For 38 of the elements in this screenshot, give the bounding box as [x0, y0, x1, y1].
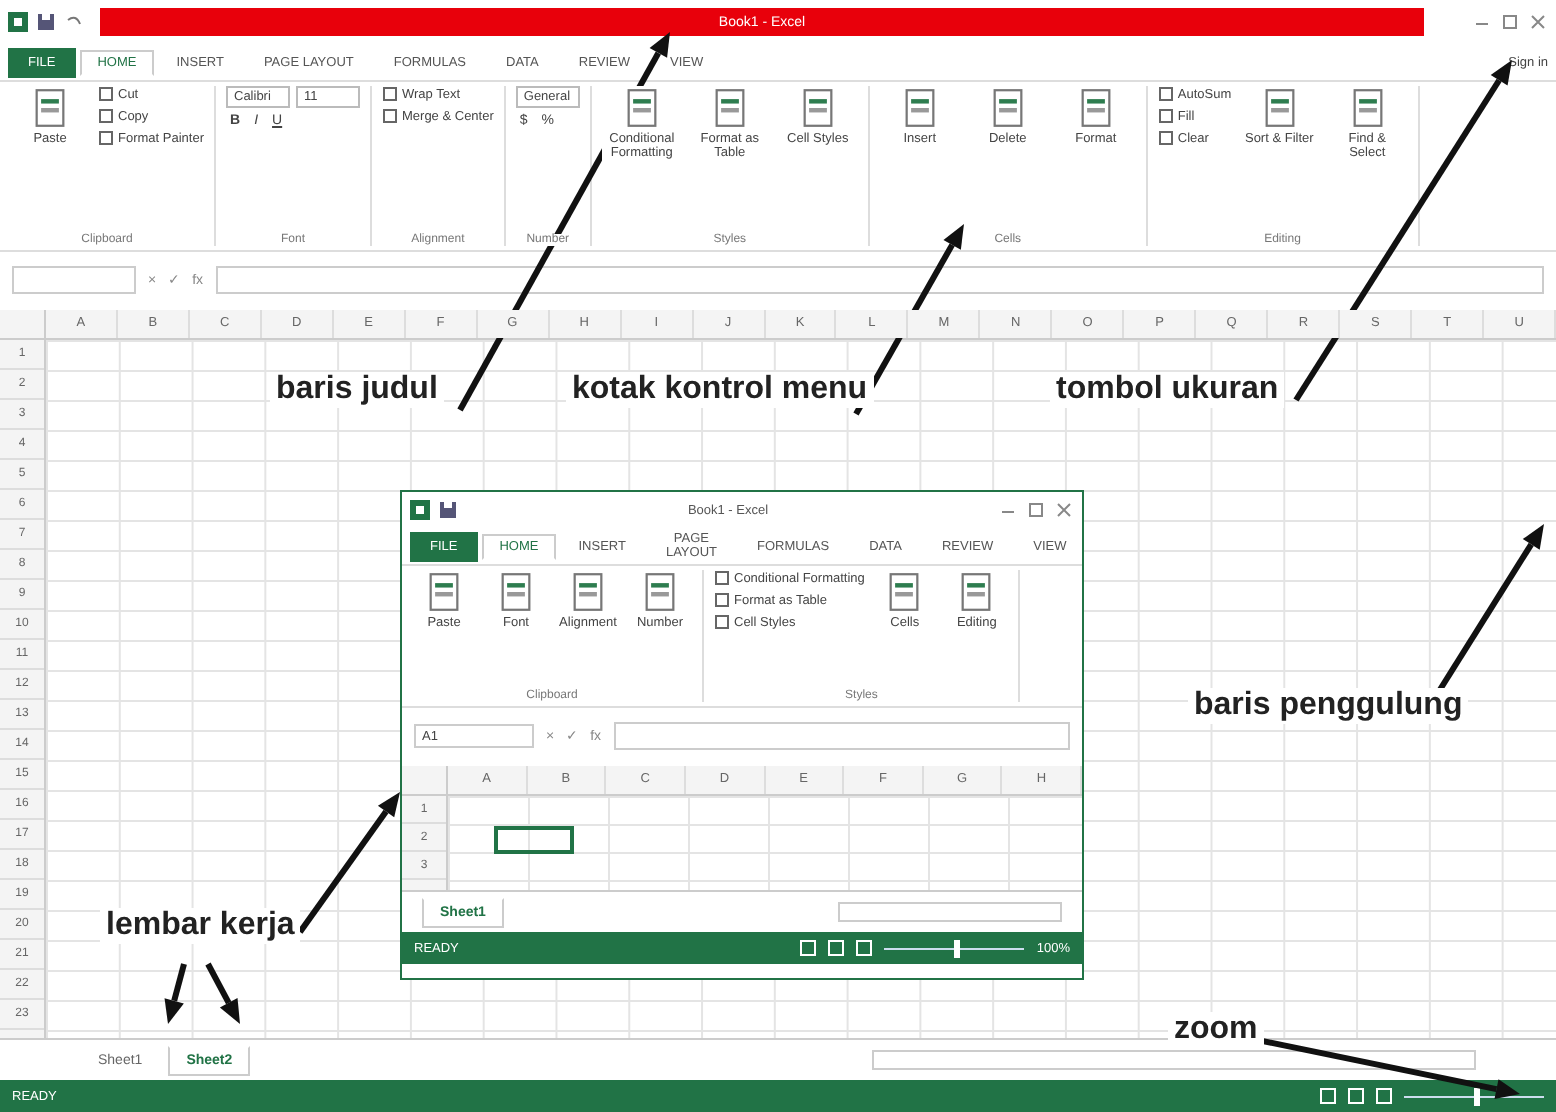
- annotation-label: lembar kerja: [100, 908, 301, 944]
- save-icon[interactable]: [438, 500, 458, 520]
- document-icon: [642, 572, 678, 612]
- document-icon: [623, 88, 660, 128]
- arrow: [297, 792, 400, 934]
- document-icon: [799, 88, 836, 128]
- annotation-label: kotak kontrol menu: [566, 372, 874, 408]
- save-icon[interactable]: [36, 12, 56, 32]
- horizontal-scrollbar[interactable]: [838, 902, 1062, 922]
- document-icon: [958, 572, 995, 612]
- annotation-label: baris penggulung: [1188, 688, 1469, 724]
- close-icon[interactable]: [1054, 500, 1074, 520]
- formula-input[interactable]: [215, 266, 1544, 294]
- document-icon: [426, 572, 462, 612]
- maximize-icon[interactable]: [1500, 12, 1520, 32]
- maximize-icon[interactable]: [1026, 500, 1046, 520]
- annotation-label: zoom: [1168, 1012, 1264, 1048]
- document-icon: [570, 572, 606, 612]
- document-icon: [498, 572, 534, 612]
- excel-icon[interactable]: [410, 500, 430, 520]
- selected-cell[interactable]: [494, 826, 574, 854]
- arrow: [205, 962, 240, 1024]
- document-icon: [1077, 88, 1114, 128]
- arrow: [164, 963, 187, 1024]
- document-icon: [989, 88, 1026, 128]
- document-icon: [901, 88, 938, 128]
- annotation-label: baris judul: [270, 372, 444, 408]
- document-icon: [886, 572, 923, 612]
- excel-window[interactable]: [400, 490, 1084, 980]
- formula-input[interactable]: [613, 722, 1070, 750]
- document-icon: [711, 88, 748, 128]
- annotation-label: tombol ukuran: [1050, 372, 1285, 408]
- excel-icon[interactable]: [8, 12, 28, 32]
- document-icon: [1261, 88, 1298, 128]
- document-icon: [1349, 88, 1386, 128]
- horizontal-scrollbar[interactable]: [872, 1050, 1476, 1070]
- close-icon[interactable]: [1528, 12, 1548, 32]
- document-icon: [32, 88, 68, 128]
